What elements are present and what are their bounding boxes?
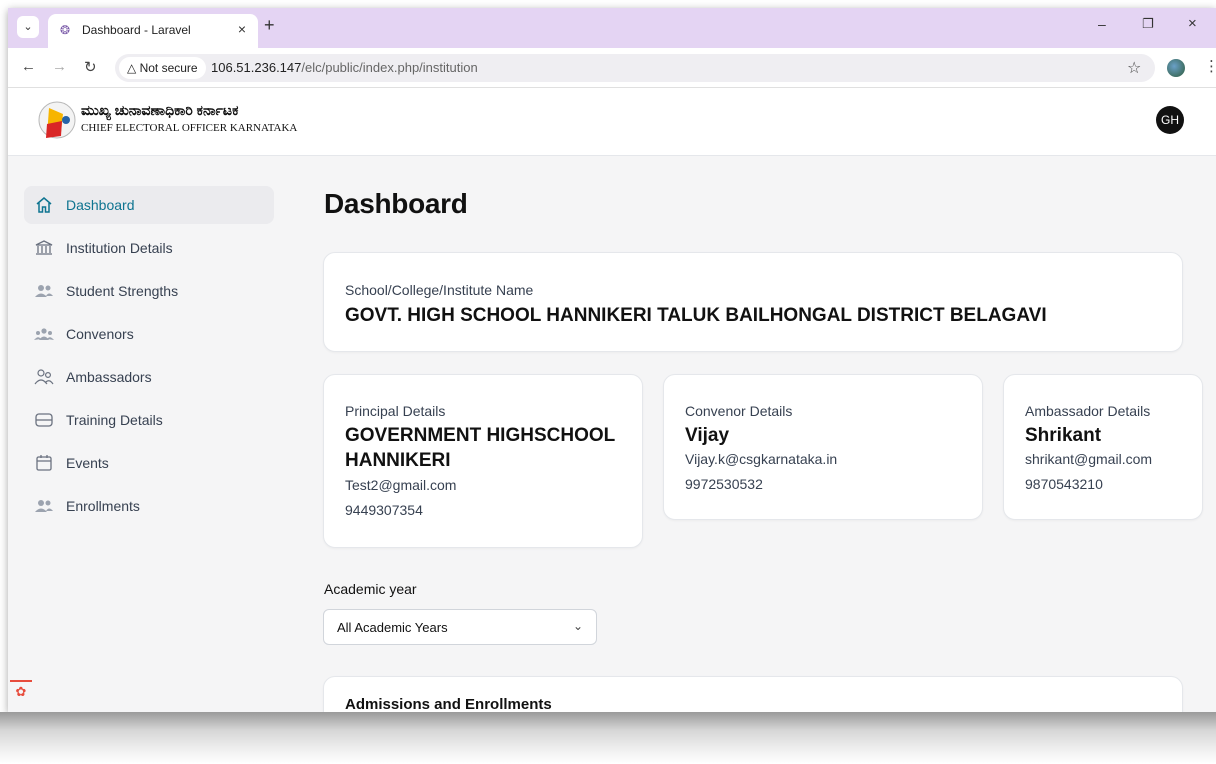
principal-email: Test2@gmail.com — [345, 477, 457, 493]
reload-icon[interactable]: ↻ — [84, 58, 97, 76]
forward-arrow-icon[interactable]: → — [52, 58, 67, 75]
ambassador-email: shrikant@gmail.com — [1025, 451, 1153, 467]
security-label: Not secure — [139, 61, 198, 75]
sidebar-item-enrollments[interactable]: Enrollments — [24, 487, 274, 525]
calendar-icon — [36, 455, 52, 471]
laravel-debug-icon[interactable]: ✿ — [10, 680, 32, 702]
convenor-card: Convenor Details Vijay Vijay.k@csgkarnat… — [663, 374, 983, 520]
sidebar-item-label: Dashboard — [66, 197, 135, 213]
users-outline-icon — [34, 369, 54, 385]
sidebar-item-label: Ambassadors — [66, 369, 152, 385]
tab-strip: ⌄ ❂ Dashboard - Laravel × + – ❐ × — [8, 8, 1216, 48]
browser-toolbar: ← → ↻ △ Not secure 106.51.236.147/elc/pu… — [8, 48, 1216, 88]
sidebar-item-convenors[interactable]: Convenors — [24, 315, 274, 353]
restore-icon[interactable]: ❐ — [1142, 16, 1154, 32]
more-menu-icon[interactable]: ⋮ — [1204, 57, 1216, 75]
principal-phone: 9449307354 — [345, 502, 423, 518]
sidebar-item-label: Enrollments — [66, 498, 140, 514]
close-window-icon[interactable]: × — [1188, 15, 1197, 32]
sidebar-item-label: Convenors — [66, 326, 134, 342]
school-name: GOVT. HIGH SCHOOL HANNIKERI TALUK BAILHO… — [345, 305, 1047, 326]
sidebar-item-ambassadors[interactable]: Ambassadors — [24, 358, 274, 396]
academic-year-select[interactable]: All Academic Years ⌄ — [323, 609, 597, 645]
page-title: Dashboard — [324, 188, 468, 219]
sidebar-item-label: Training Details — [66, 412, 163, 428]
convenor-name: Vijay — [685, 425, 730, 446]
chevron-down-icon: ⌄ — [23, 21, 33, 33]
user-group-icon — [34, 328, 54, 340]
admissions-title: Admissions and Enrollments — [345, 696, 552, 712]
org-name-english: CHIEF ELECTORAL OFFICER KARNATAKA — [81, 122, 298, 134]
academic-year-label: Academic year — [324, 581, 417, 597]
principal-name-line1: GOVERNMENT HIGHSCHOOL — [345, 425, 616, 446]
bookmark-star-icon[interactable]: ☆ — [1127, 58, 1141, 78]
url-text: 106.51.236.147/elc/public/index.php/inst… — [211, 60, 478, 75]
sidebar-item-institution-details[interactable]: Institution Details — [24, 229, 274, 267]
sidebar-item-label: Institution Details — [66, 240, 173, 256]
users-icon — [35, 285, 53, 297]
principal-name-line2: HANNIKERI — [345, 450, 451, 471]
institution-icon — [35, 240, 53, 255]
new-tab-button[interactable]: + — [264, 15, 275, 36]
close-tab-icon[interactable]: × — [238, 21, 246, 37]
election-emblem-icon — [38, 101, 76, 139]
user-avatar[interactable]: GH — [1156, 106, 1184, 134]
profile-avatar[interactable] — [1167, 59, 1185, 77]
org-name-kannada: ಮುಖ್ಯ ಚುನಾವಣಾಧಿಕಾರಿ ಕರ್ನಾಟಕ — [81, 102, 239, 118]
convenor-email: Vijay.k@csgkarnataka.in — [685, 451, 838, 467]
sidebar-item-label: Student Strengths — [66, 283, 179, 299]
ambassador-label: Ambassador Details — [1025, 403, 1151, 419]
users-icon — [35, 500, 53, 512]
app-header: ಮುಖ್ಯ ಚುನಾವಣಾಧಿಕಾರಿ ಕರ್ನಾಟಕ CHIEF ELECTO… — [8, 88, 1216, 156]
sidebar: Dashboard Institution Details Student St… — [8, 156, 288, 712]
school-name-card: School/College/Institute Name GOVT. HIGH… — [323, 252, 1183, 352]
sidebar-item-student-strengths[interactable]: Student Strengths — [24, 272, 274, 310]
laravel-favicon-icon: ❂ — [60, 23, 71, 37]
ambassador-name: Shrikant — [1025, 425, 1102, 446]
browser-window: ⌄ ❂ Dashboard - Laravel × + – ❐ × ← → ↻ … — [8, 8, 1216, 712]
url-path: /elc/public/index.php/institution — [301, 60, 478, 75]
warning-icon: △ — [127, 61, 137, 75]
tab-search-button[interactable]: ⌄ — [17, 16, 39, 38]
convenor-phone: 9972530532 — [685, 476, 763, 492]
sidebar-item-events[interactable]: Events — [24, 444, 274, 482]
security-indicator[interactable]: △ Not secure — [119, 57, 206, 79]
school-name-label: School/College/Institute Name — [345, 282, 534, 298]
sidebar-item-label: Events — [66, 455, 109, 471]
principal-card: Principal Details GOVERNMENT HIGHSCHOOL … — [323, 374, 643, 548]
browser-tab[interactable]: ❂ Dashboard - Laravel × — [48, 14, 258, 48]
address-bar[interactable]: △ Not secure 106.51.236.147/elc/public/i… — [115, 54, 1155, 82]
inbox-stack-icon — [35, 413, 53, 427]
convenor-label: Convenor Details — [685, 403, 793, 419]
minimize-icon[interactable]: – — [1098, 16, 1106, 32]
admissions-card: Admissions and Enrollments — [323, 676, 1183, 712]
academic-year-value: All Academic Years — [337, 620, 448, 635]
window-shadow — [0, 712, 1216, 764]
sidebar-item-dashboard[interactable]: Dashboard — [24, 186, 274, 224]
sidebar-item-training-details[interactable]: Training Details — [24, 401, 274, 439]
home-icon — [36, 197, 52, 213]
chevron-down-icon: ⌄ — [572, 619, 583, 633]
back-arrow-icon[interactable]: ← — [21, 58, 36, 75]
url-host: 106.51.236.147 — [211, 60, 302, 75]
ambassador-phone: 9870543210 — [1025, 476, 1103, 492]
principal-label: Principal Details — [345, 403, 446, 419]
ambassador-card: Ambassador Details Shrikant shrikant@gma… — [1003, 374, 1203, 520]
tab-title: Dashboard - Laravel — [82, 23, 191, 37]
